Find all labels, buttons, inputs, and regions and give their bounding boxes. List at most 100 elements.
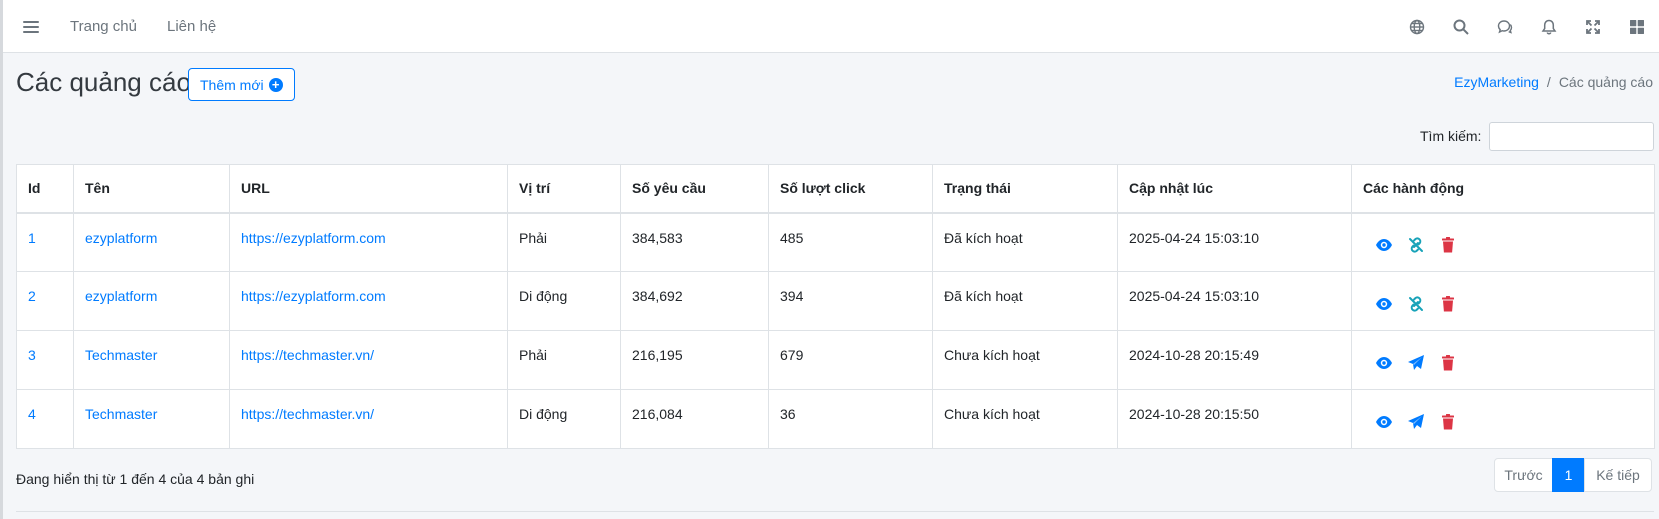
search-icon[interactable] (1439, 0, 1483, 53)
table-cell: https://ezyplatform.com (229, 271, 508, 331)
globe-icon[interactable] (1395, 0, 1439, 53)
row-status: Chưa kích hoạt (944, 406, 1040, 422)
row-position: Di động (519, 406, 568, 422)
row-id-link[interactable]: 3 (28, 347, 36, 363)
table-cell: Techmaster (73, 389, 230, 449)
search-input[interactable] (1489, 122, 1654, 151)
table-cell: Phải (507, 212, 621, 272)
row-requests: 216,195 (632, 347, 683, 363)
column-header[interactable]: Vị trí (507, 164, 621, 214)
delete-trash-icon[interactable] (1439, 236, 1457, 254)
row-status: Đã kích hoạt (944, 229, 1023, 246)
activate-send-icon[interactable] (1407, 354, 1425, 372)
row-updated-at: 2025-04-24 15:03:10 (1129, 229, 1259, 246)
table-cell: Di động (507, 271, 621, 331)
row-id-link[interactable]: 4 (28, 406, 36, 422)
breadcrumb-root-link[interactable]: EzyMarketing (1454, 74, 1539, 90)
add-new-label: Thêm mới (200, 76, 264, 93)
table-row: 4 Techmaster https://techmaster.vn/Di động… (16, 389, 1655, 449)
row-id-link[interactable]: 2 (28, 288, 36, 304)
ads-table: Id Tên URL Vị trí Số yêu cầu Số lượt click Trạ… (16, 164, 1655, 449)
table-cell: 394 (768, 271, 933, 331)
column-header[interactable]: URL (229, 164, 508, 214)
table-cell: Chưa kích hoạt (932, 389, 1118, 449)
row-id-link[interactable]: 1 (28, 230, 36, 246)
top-navbar: Trang chủ Liên hệ (3, 0, 1659, 53)
column-header[interactable]: Trạng thái (932, 164, 1118, 214)
row-clicks: 36 (780, 406, 796, 422)
activate-send-icon[interactable] (1407, 413, 1425, 431)
comments-icon[interactable] (1483, 0, 1527, 53)
row-actions-cell (1351, 212, 1655, 272)
row-position: Phải (519, 347, 548, 363)
grid-icon[interactable] (1615, 0, 1659, 53)
row-name-link[interactable]: ezyplatform (85, 230, 157, 246)
table-cell: 384,583 (620, 212, 769, 272)
add-new-button[interactable]: Thêm mới + (188, 68, 295, 101)
row-status: Đã kích hoạt (944, 288, 1023, 304)
table-cell: ezyplatform (73, 212, 230, 272)
breadcrumb: EzyMarketing / Các quảng cáo (1454, 74, 1653, 90)
view-eye-icon[interactable] (1375, 295, 1393, 313)
nav-home-link[interactable]: Trang chủ (70, 18, 137, 35)
row-updated-at: 2025-04-24 15:03:10 (1129, 288, 1259, 304)
nav-right (1395, 0, 1659, 53)
column-header[interactable]: Tên (73, 164, 230, 214)
table-cell: Di động (507, 389, 621, 449)
table-cell: Techmaster (73, 330, 230, 390)
table-cell: Chưa kích hoạt (932, 330, 1118, 390)
table-cell: ezyplatform (73, 271, 230, 331)
table-cell: 384,692 (620, 271, 769, 331)
deactivate-unlink-icon[interactable] (1407, 236, 1425, 254)
view-eye-icon[interactable] (1375, 413, 1393, 431)
table-cell: Phải (507, 330, 621, 390)
row-name-link[interactable]: Techmaster (85, 406, 157, 422)
table-cell: 216,195 (620, 330, 769, 390)
row-position: Phải (519, 229, 548, 246)
row-requests: 384,583 (632, 229, 683, 246)
plus-circle-icon: + (268, 77, 283, 92)
expand-icon[interactable] (1571, 0, 1615, 53)
row-position: Di động (519, 288, 568, 304)
table-cell: 2025-04-24 15:03:10 (1117, 212, 1352, 272)
row-url-link[interactable]: https://ezyplatform.com (241, 288, 386, 304)
breadcrumb-separator: / (1546, 74, 1551, 90)
delete-trash-icon[interactable] (1439, 354, 1457, 372)
table-cell: 2025-04-24 15:03:10 (1117, 271, 1352, 331)
pagination: Trước 1 Kế tiếp (1494, 458, 1652, 492)
column-header[interactable]: Id (16, 164, 74, 214)
pagination-prev-button[interactable]: Trước (1494, 458, 1553, 492)
view-eye-icon[interactable] (1375, 236, 1393, 254)
table-row: 2 ezyplatform https://ezyplatform.com Di độ… (16, 271, 1655, 331)
table-cell: 2 (16, 271, 74, 331)
delete-trash-icon[interactable] (1439, 295, 1457, 313)
row-requests: 384,692 (632, 288, 683, 304)
menu-toggle-icon[interactable] (23, 20, 39, 33)
row-name-link[interactable]: Techmaster (85, 347, 157, 363)
column-header[interactable]: Các hành động (1351, 164, 1655, 214)
pagination-page-1-button[interactable]: 1 (1552, 458, 1585, 492)
nav-contact-link[interactable]: Liên hệ (167, 18, 216, 35)
table-info: Đang hiển thị từ 1 đến 4 của 4 bản ghi (16, 471, 255, 487)
row-updated-at: 2024-10-28 20:15:49 (1129, 347, 1259, 363)
row-url-link[interactable]: https://ezyplatform.com (241, 230, 386, 246)
column-header[interactable]: Số yêu cầu (620, 164, 769, 214)
row-status: Chưa kích hoạt (944, 347, 1040, 363)
row-url-link[interactable]: https://techmaster.vn/ (241, 347, 374, 363)
row-actions-cell (1351, 330, 1655, 390)
column-header[interactable]: Cập nhật lúc (1117, 164, 1352, 214)
delete-trash-icon[interactable] (1439, 413, 1457, 431)
row-actions (1363, 407, 1643, 431)
deactivate-unlink-icon[interactable] (1407, 295, 1425, 313)
bell-icon[interactable] (1527, 0, 1571, 53)
table-cell: https://ezyplatform.com (229, 212, 508, 272)
row-actions-cell (1351, 271, 1655, 331)
row-name-link[interactable]: ezyplatform (85, 288, 157, 304)
column-header[interactable]: Số lượt click (768, 164, 933, 214)
table-cell: 3 (16, 330, 74, 390)
view-eye-icon[interactable] (1375, 354, 1393, 372)
table-cell: 216,084 (620, 389, 769, 449)
row-url-link[interactable]: https://techmaster.vn/ (241, 406, 374, 422)
pagination-next-button[interactable]: Kế tiếp (1584, 458, 1652, 492)
table-cell: 2024-10-28 20:15:49 (1117, 330, 1352, 390)
